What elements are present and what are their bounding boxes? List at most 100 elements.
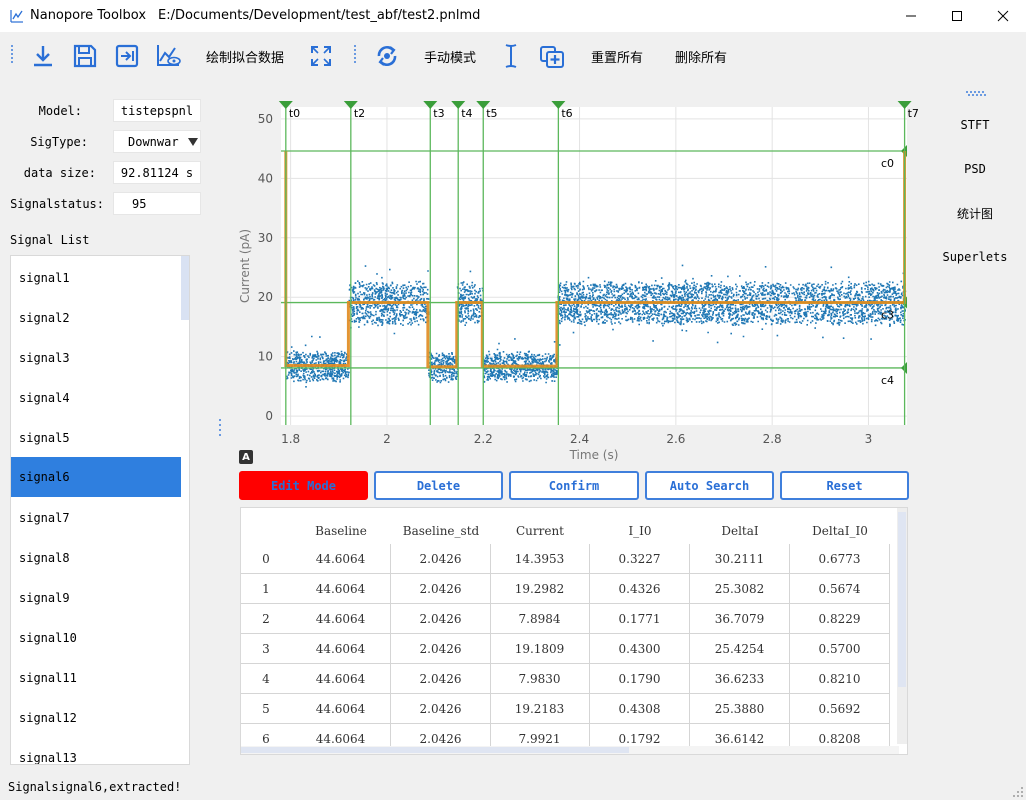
table-horizontal-scroll-thumb[interactable] — [241, 747, 629, 753]
toolbar-grip-icon[interactable] — [10, 44, 14, 66]
table-cell[interactable]: 0.5674 — [790, 574, 890, 604]
signal-list-scrollbar[interactable] — [181, 256, 189, 320]
table-cell[interactable]: 0.8229 — [790, 604, 890, 634]
minimize-button[interactable] — [888, 0, 934, 32]
expand-button[interactable] — [306, 41, 336, 71]
table-cell[interactable]: 0.8210 — [790, 664, 890, 694]
table-cell[interactable]: 0.3227 — [590, 544, 690, 574]
superlets-button[interactable]: Superlets — [930, 250, 1020, 264]
table-cell[interactable]: 7.9830 — [490, 664, 590, 694]
table-cell[interactable]: 2.0426 — [391, 694, 491, 724]
results-table[interactable]: Baseline Baseline_std Current I_I0 DeltaI Del… — [240, 507, 908, 755]
model-field[interactable]: tistepspnl — [113, 99, 201, 122]
list-item[interactable]: signal11 — [11, 658, 181, 698]
plot-fit-button[interactable]: 绘制拟合数据 — [206, 47, 284, 66]
refresh-button[interactable] — [372, 41, 402, 71]
table-vertical-scrollbar[interactable] — [897, 508, 907, 744]
column-header[interactable]: Baseline_std — [391, 516, 491, 546]
table-cell[interactable]: 0.1771 — [590, 604, 690, 634]
table-cell[interactable]: 14.3953 — [490, 544, 590, 574]
reset-button[interactable]: Reset — [780, 471, 909, 500]
table-cell[interactable]: 0.4326 — [590, 574, 690, 604]
list-item[interactable]: signal8 — [11, 538, 181, 578]
row-header[interactable]: 5 — [241, 694, 291, 724]
table-cell[interactable]: 25.4254 — [690, 634, 790, 664]
table-cell[interactable]: 36.6233 — [690, 664, 790, 694]
column-header[interactable]: DeltaI_I0 — [790, 516, 890, 546]
table-cell[interactable]: 2.0426 — [391, 574, 491, 604]
manual-mode-button[interactable]: 手动模式 — [424, 47, 476, 66]
statistics-chart-button[interactable]: 统计图 — [930, 205, 1020, 222]
row-header[interactable]: 0 — [241, 544, 291, 574]
maximize-button[interactable] — [934, 0, 980, 32]
delete-all-button[interactable]: 删除所有 — [675, 47, 727, 66]
sigtype-select[interactable]: Downwar — [113, 130, 201, 153]
list-item[interactable]: signal4 — [11, 378, 181, 418]
psd-button[interactable]: PSD — [930, 162, 1020, 176]
list-item[interactable]: signal10 — [11, 618, 181, 658]
list-item[interactable]: signal7 — [11, 498, 181, 538]
chart-view-button[interactable] — [154, 41, 184, 71]
datasize-field[interactable]: 92.81124 s — [113, 161, 201, 184]
cursor-button[interactable] — [496, 41, 526, 71]
table-cell[interactable]: 0.1790 — [590, 664, 690, 694]
list-item[interactable]: signal2 — [11, 298, 181, 338]
table-cell[interactable]: 25.3082 — [690, 574, 790, 604]
confirm-button[interactable]: Confirm — [509, 471, 639, 500]
table-cell[interactable]: 44.6064 — [291, 574, 391, 604]
table-cell[interactable]: 0.4300 — [590, 634, 690, 664]
table-cell[interactable]: 44.6064 — [291, 544, 391, 574]
table-cell[interactable]: 19.2982 — [490, 574, 590, 604]
list-item[interactable]: signal5 — [11, 418, 181, 458]
table-cell[interactable]: 19.2183 — [490, 694, 590, 724]
list-item[interactable]: signal13 — [11, 738, 181, 764]
table-cell[interactable]: 0.5700 — [790, 634, 890, 664]
signalstatus-field[interactable]: 95 — [113, 192, 201, 215]
table-horizontal-scrollbar[interactable] — [241, 746, 899, 754]
row-header[interactable]: 4 — [241, 664, 291, 694]
table-cell[interactable]: 30.2111 — [690, 544, 790, 574]
close-button[interactable] — [980, 0, 1026, 32]
download-button[interactable] — [28, 41, 58, 71]
list-item[interactable]: signal9 — [11, 578, 181, 618]
table-cell[interactable]: 19.1809 — [490, 634, 590, 664]
table-cell[interactable]: 2.0426 — [391, 544, 491, 574]
table-cell[interactable]: 2.0426 — [391, 634, 491, 664]
table-cell[interactable]: 0.5692 — [790, 694, 890, 724]
auto-range-button[interactable]: A — [239, 450, 253, 464]
table-cell[interactable]: 0.6773 — [790, 544, 890, 574]
table-cell[interactable]: 36.7079 — [690, 604, 790, 634]
current-trace-chart[interactable]: 1.8 2 2.2 2.4 2.6 2.8 3 0 10 20 30 40 50 Time (s) Curr… — [235, 95, 925, 465]
edit-mode-button[interactable]: Edit Mode — [239, 471, 368, 500]
auto-search-button[interactable]: Auto Search — [645, 471, 774, 500]
list-item[interactable]: signal3 — [11, 338, 181, 378]
table-cell[interactable]: 44.6064 — [291, 604, 391, 634]
column-header[interactable]: I_I0 — [590, 516, 690, 546]
table-cell[interactable]: 0.4308 — [590, 694, 690, 724]
reset-all-button[interactable]: 重置所有 — [591, 47, 643, 66]
signal-list[interactable]: signal1 signal2 signal3 signal4 signal5 … — [10, 255, 190, 765]
table-cell[interactable]: 44.6064 — [291, 694, 391, 724]
table-cell[interactable]: 2.0426 — [391, 664, 491, 694]
import-button[interactable] — [112, 41, 142, 71]
save-button[interactable] — [70, 41, 100, 71]
row-header[interactable]: 1 — [241, 574, 291, 604]
toolbar-grip-icon-2[interactable] — [353, 44, 357, 66]
table-cell[interactable]: 44.6064 — [291, 634, 391, 664]
stft-button[interactable]: STFT — [930, 118, 1020, 132]
row-header[interactable]: 3 — [241, 634, 291, 664]
column-header[interactable]: DeltaI — [690, 516, 790, 546]
resize-grip-icon[interactable] — [1012, 786, 1024, 798]
table-vertical-scroll-thumb[interactable] — [898, 512, 906, 687]
side-panel-grip-icon[interactable] — [965, 90, 987, 96]
row-header[interactable]: 2 — [241, 604, 291, 634]
list-item[interactable]: signal12 — [11, 698, 181, 738]
column-header[interactable]: Baseline — [291, 516, 391, 546]
table-cell[interactable]: 7.8984 — [490, 604, 590, 634]
column-header[interactable]: Current — [490, 516, 590, 546]
add-window-button[interactable] — [538, 41, 568, 71]
list-item[interactable]: signal1 — [11, 258, 181, 298]
table-cell[interactable]: 44.6064 — [291, 664, 391, 694]
list-item-selected[interactable]: signal6 — [11, 457, 181, 497]
splitter-handle-icon[interactable] — [218, 418, 222, 438]
